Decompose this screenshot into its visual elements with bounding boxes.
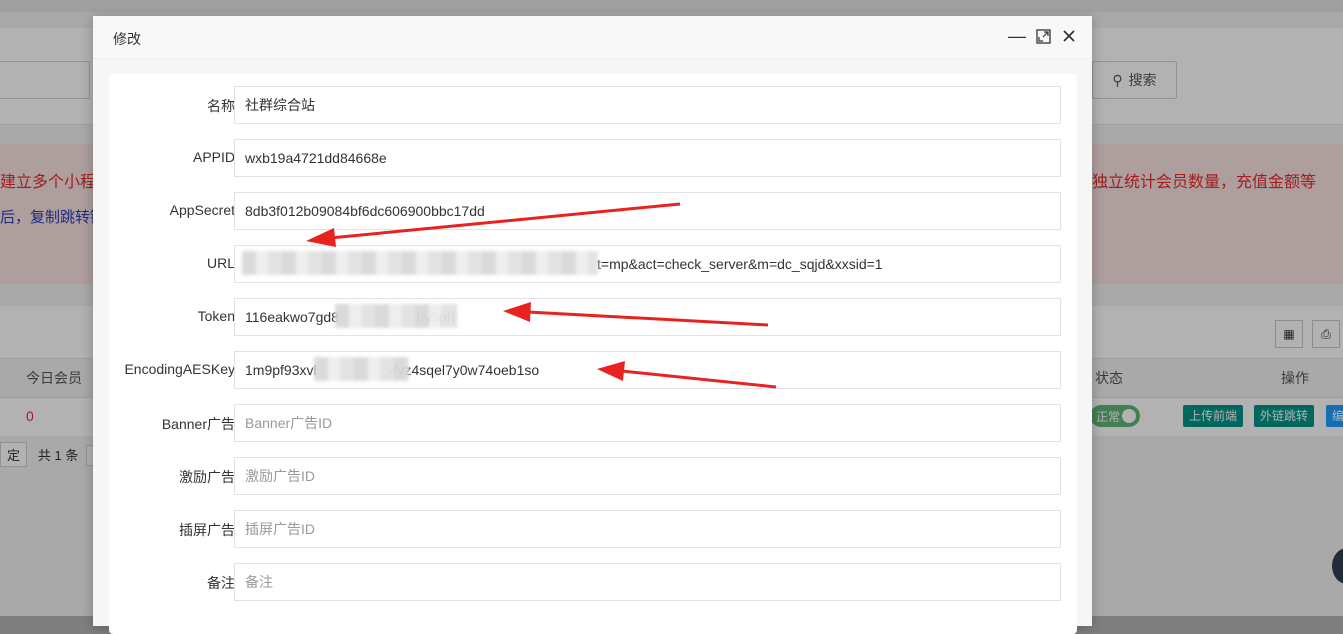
redaction-blur [314,357,409,381]
edit-dialog: 修改 — 名称 APPID AppSecret URL Token [93,16,1092,634]
name-input[interactable] [234,86,1061,124]
appid-input[interactable] [234,139,1061,177]
field-label: EncodingAESKey [124,361,235,377]
field-label: URL [206,255,235,271]
close-icon[interactable] [1059,26,1079,46]
dialog-header: 修改 — [93,16,1092,59]
banner-ad-input[interactable] [234,404,1061,442]
field-label: 激励广告 [179,469,235,485]
field-remark: 备注 [109,563,1077,601]
reward-ad-input[interactable] [234,457,1061,495]
field-label: 名称 [207,98,235,114]
field-label: AppSecret [169,202,235,218]
appsecret-input[interactable] [234,192,1061,230]
field-token: Token [109,298,1077,336]
dialog-form: 名称 APPID AppSecret URL Token EncodingAES… [109,74,1077,634]
minimize-icon[interactable]: — [1007,26,1027,46]
field-reward-ad: 激励广告 [109,457,1077,495]
field-label: Banner广告 [161,416,235,432]
field-interstitial-ad: 插屏广告 [109,510,1077,548]
field-appid: APPID [109,139,1077,177]
redaction-blur [335,304,457,328]
field-label: 备注 [207,575,235,591]
maximize-icon[interactable] [1033,26,1053,46]
remark-input[interactable] [234,563,1061,601]
redaction-blur [242,251,598,275]
interstitial-ad-input[interactable] [234,510,1061,548]
field-label: APPID [192,149,235,165]
field-appsecret: AppSecret [109,192,1077,230]
field-banner-ad: Banner广告 [109,404,1077,442]
field-encodingaeskey: EncodingAESKey [109,351,1077,389]
dialog-title: 修改 [113,31,141,47]
field-url: URL [109,245,1077,283]
field-name: 名称 [109,86,1077,124]
field-label: Token [197,308,235,324]
field-label: 插屏广告 [179,522,235,538]
